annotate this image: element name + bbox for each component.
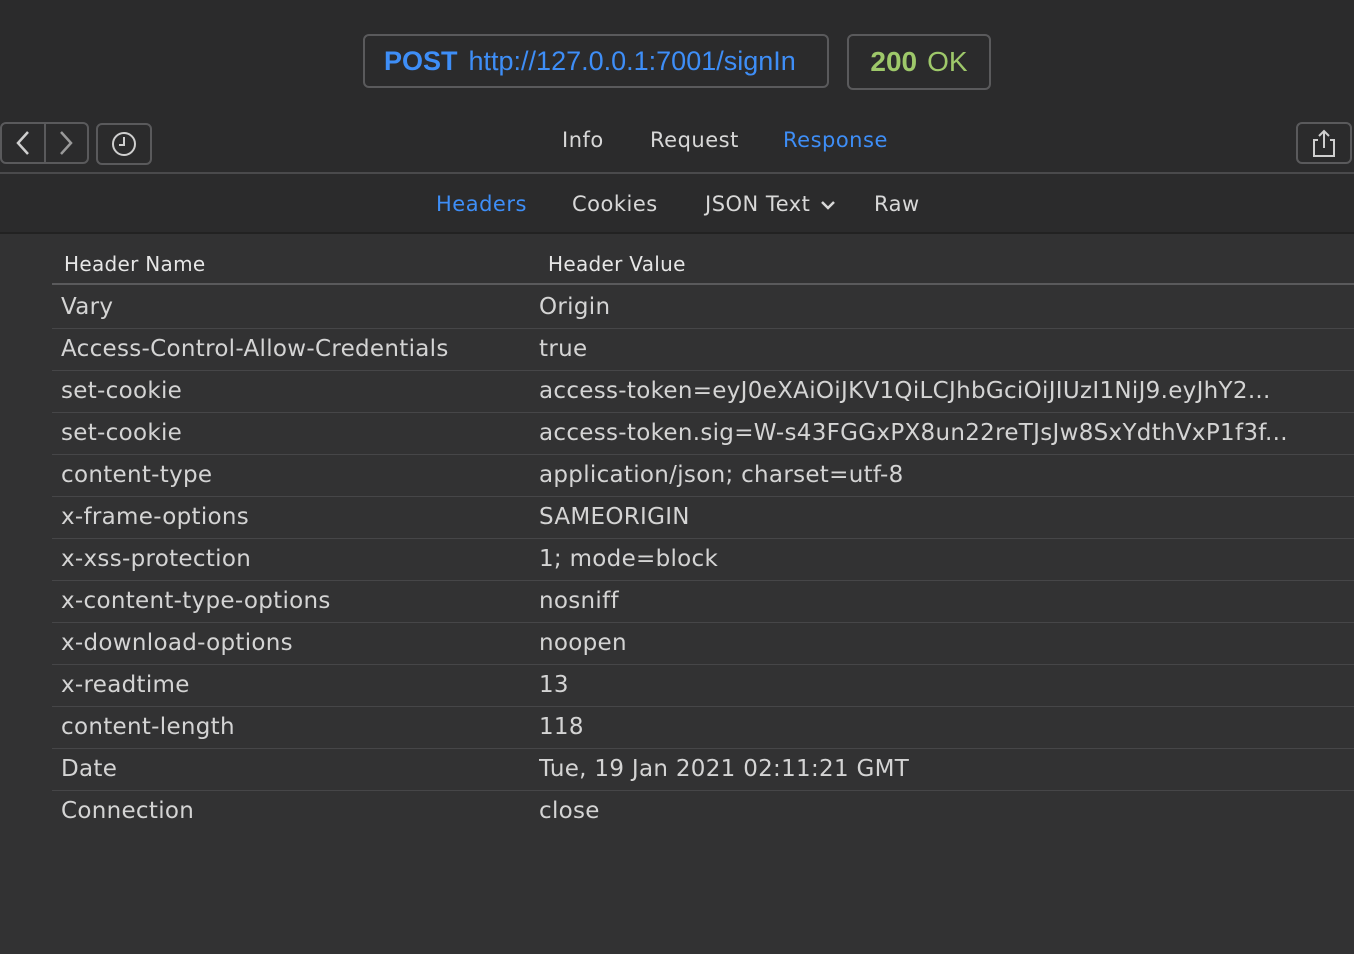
header-value-cell: close xyxy=(539,798,600,824)
table-row[interactable]: set-cookie access-token=eyJ0eXAiOiJKV1QiL… xyxy=(52,371,1354,413)
header-name-cell: x-frame-options xyxy=(61,504,250,530)
header-value-cell: Tue, 19 Jan 2021 02:11:21 GMT xyxy=(539,756,910,782)
header-name-cell: Vary xyxy=(61,294,114,320)
table-row[interactable]: Vary Origin xyxy=(52,287,1354,329)
header-value-cell: true xyxy=(539,336,588,362)
tab-info[interactable]: Info xyxy=(562,128,604,152)
top-bar: POST http://127.0.0.1:7001/signIn 200 OK… xyxy=(0,0,1354,173)
header-value-cell: nosniff xyxy=(539,588,619,614)
request-url[interactable]: http://127.0.0.1:7001/signIn xyxy=(469,46,796,77)
status-text: OK xyxy=(927,46,968,77)
header-value-cell: noopen xyxy=(539,630,627,656)
header-name-cell: content-type xyxy=(61,462,213,488)
main-tabs: Info Request Response xyxy=(0,128,1354,162)
header-name-cell: x-content-type-options xyxy=(61,588,331,614)
header-name-cell: Access-Control-Allow-Credentials xyxy=(61,336,449,362)
table-row[interactable]: x-download-options noopen xyxy=(52,623,1354,665)
table-row[interactable]: set-cookie access-token.sig=W-s43FGGxPX8u… xyxy=(52,413,1354,455)
header-value-cell: access-token.sig=W-s43FGGxPX8un22reTJsJw… xyxy=(539,420,1288,446)
tab-request[interactable]: Request xyxy=(650,128,739,152)
status-code: 200 xyxy=(870,46,918,77)
headers-panel: Header Name Header Value Vary Origin Acces… xyxy=(0,234,1354,954)
header-value-cell: 118 xyxy=(539,714,584,740)
header-value-cell: application/json; charset=utf-8 xyxy=(539,462,904,488)
header-value-cell: 13 xyxy=(539,672,569,698)
table-row[interactable]: Access-Control-Allow-Credentials true xyxy=(52,329,1354,371)
table-header: Header Name Header Value xyxy=(52,234,1354,285)
header-name-cell: x-readtime xyxy=(61,672,190,698)
header-value-cell: access-token=eyJ0eXAiOiJKV1QiLCJhbGciOiJ… xyxy=(539,378,1271,404)
table-row[interactable]: Connection close xyxy=(52,791,1354,833)
subtab-raw[interactable]: Raw xyxy=(874,192,920,216)
tab-response[interactable]: Response xyxy=(783,128,888,152)
table-row[interactable]: content-length 118 xyxy=(52,707,1354,749)
request-url-box[interactable]: POST http://127.0.0.1:7001/signIn xyxy=(363,34,829,88)
header-value-cell: Origin xyxy=(539,294,611,320)
subtab-headers[interactable]: Headers xyxy=(436,192,527,216)
header-name-cell: x-download-options xyxy=(61,630,293,656)
header-name-cell: x-xss-protection xyxy=(61,546,252,572)
header-name-cell: set-cookie xyxy=(61,378,183,404)
header-name-cell: Connection xyxy=(61,798,195,824)
column-header-value[interactable]: Header Value xyxy=(548,252,686,276)
table-row[interactable]: x-readtime 13 xyxy=(52,665,1354,707)
table-row[interactable]: Date Tue, 19 Jan 2021 02:11:21 GMT xyxy=(52,749,1354,791)
share-icon xyxy=(1313,129,1335,157)
request-method: POST xyxy=(384,45,458,76)
column-header-name[interactable]: Header Name xyxy=(64,252,205,276)
table-row[interactable]: x-frame-options SAMEORIGIN xyxy=(52,497,1354,539)
response-sub-tabs: Headers Cookies JSON Text Raw xyxy=(0,174,1354,234)
share-button[interactable] xyxy=(1296,122,1352,164)
header-name-cell: Date xyxy=(61,756,118,782)
header-name-cell: content-length xyxy=(61,714,235,740)
headers-table-body: Vary Origin Access-Control-Allow-Credentia… xyxy=(52,287,1354,833)
table-row[interactable]: content-type application/json; charset=ut… xyxy=(52,455,1354,497)
table-row[interactable]: x-content-type-options nosniff xyxy=(52,581,1354,623)
subtab-json-text-label: JSON Text xyxy=(705,192,811,216)
header-value-cell: 1; mode=block xyxy=(539,546,719,572)
response-status-box: 200 OK xyxy=(847,34,991,90)
chevron-down-icon xyxy=(820,201,835,210)
header-name-cell: set-cookie xyxy=(61,420,183,446)
subtab-cookies[interactable]: Cookies xyxy=(572,192,658,216)
subtab-json-text[interactable]: JSON Text xyxy=(705,192,836,216)
header-value-cell: SAMEORIGIN xyxy=(539,504,690,530)
table-row[interactable]: x-xss-protection 1; mode=block xyxy=(52,539,1354,581)
